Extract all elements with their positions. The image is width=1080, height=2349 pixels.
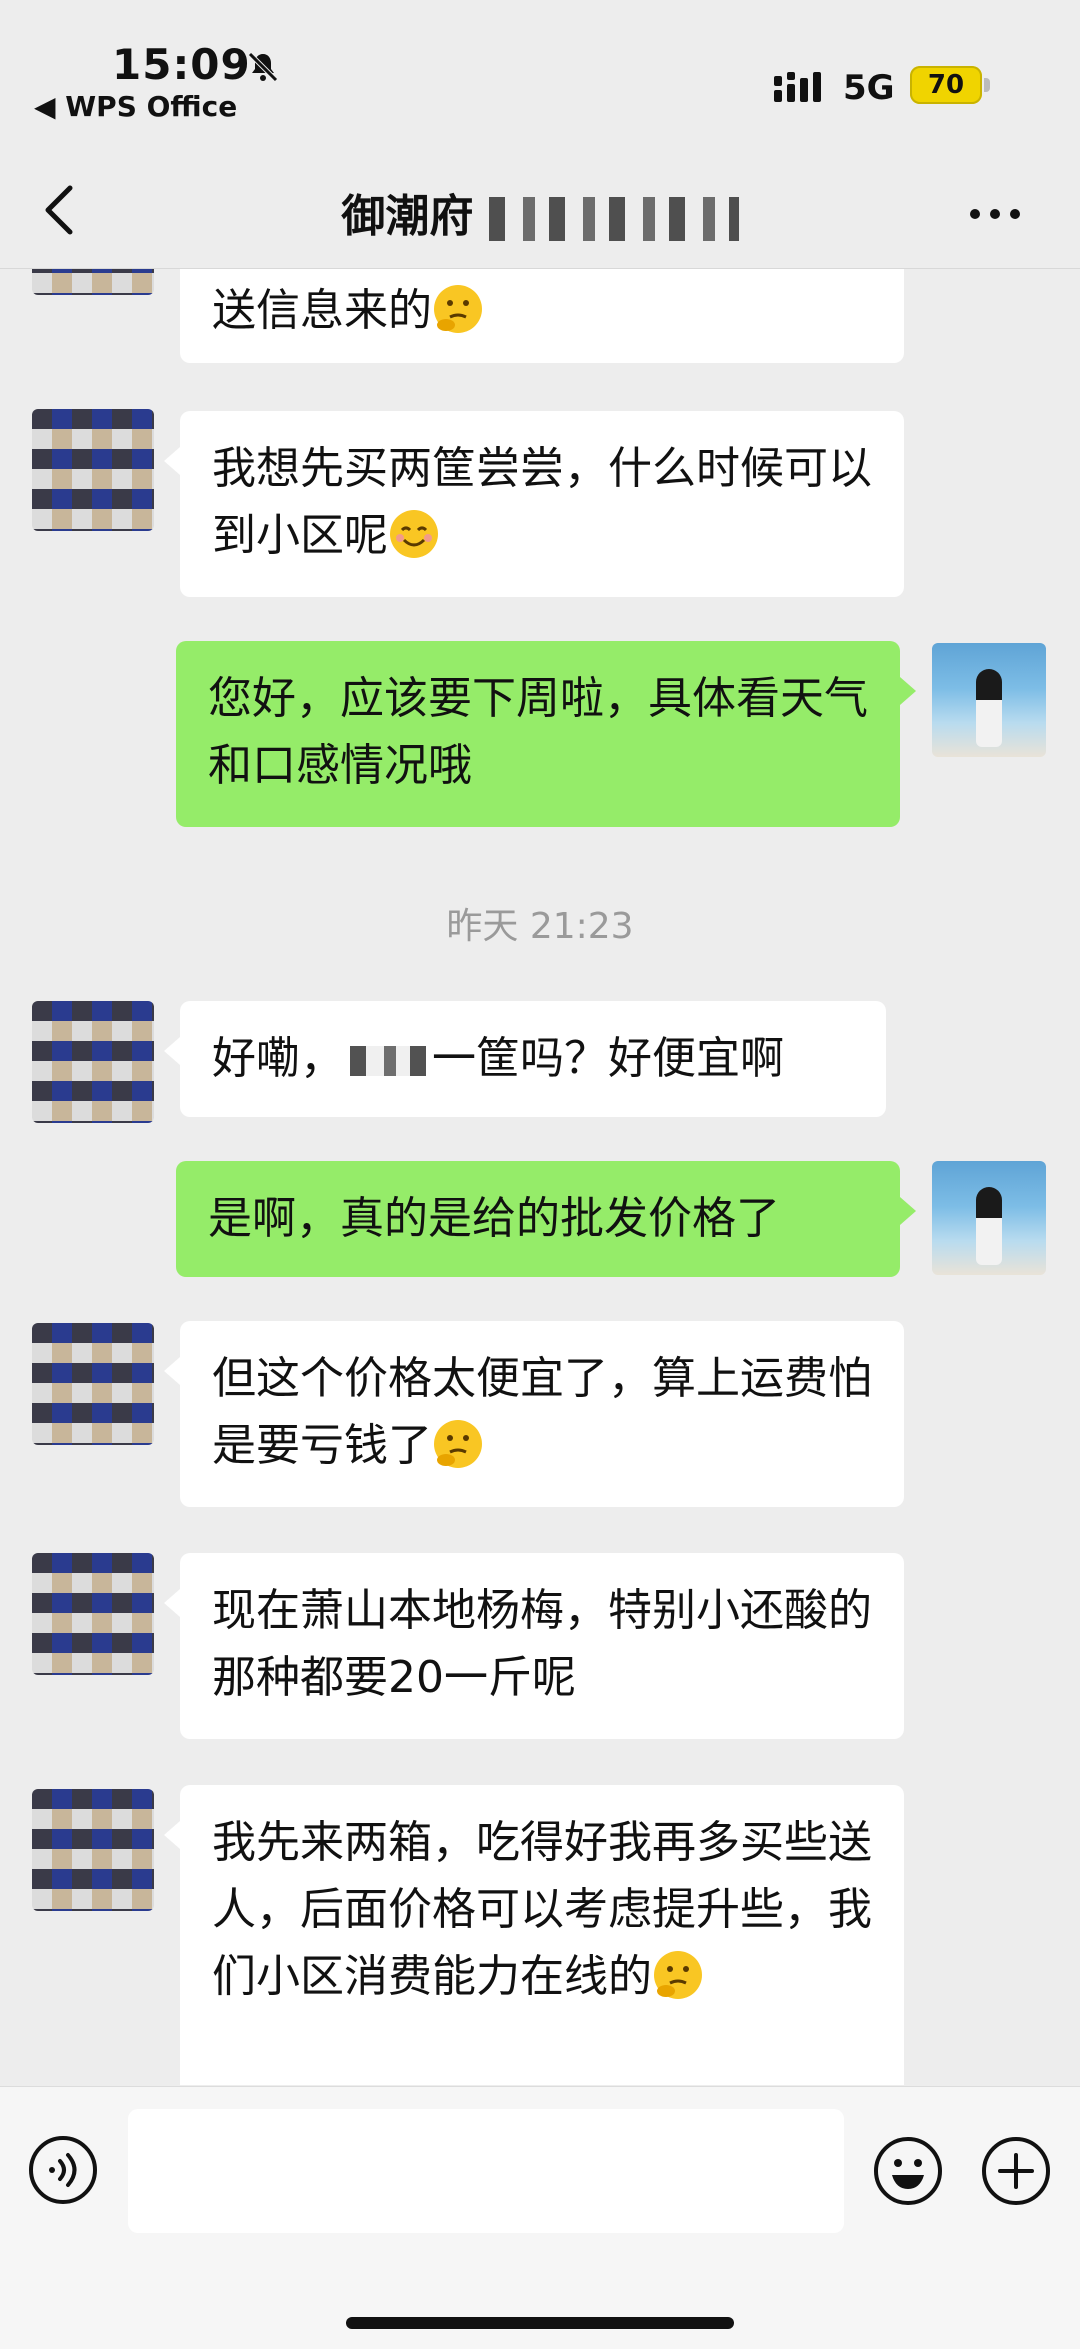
emoji-icon[interactable]: [872, 2135, 944, 2207]
network-type: 5G: [843, 68, 895, 108]
message-bubble[interactable]: 是啊，真的是给的批发价格了: [176, 1161, 916, 1277]
message-bubble[interactable]: 我先来两箱，吃得好我再多买些送人，后面价格可以考虑提升些，我们小区消费能力在线的: [164, 1785, 904, 2085]
thinking-face-icon: [434, 1420, 482, 1468]
redacted-name: [488, 197, 739, 241]
contact-avatar[interactable]: [32, 269, 154, 295]
signal-icon: [774, 72, 821, 102]
message-bubble[interactable]: 送信息来的: [180, 269, 904, 363]
message-text: 我想先买两筐尝尝，什么时候可以到小区呢: [212, 443, 872, 561]
message-text-suffix: 一筐吗？好便宜啊: [432, 1033, 784, 1084]
message-text: 是啊，真的是给的批发价格了: [208, 1193, 780, 1244]
thinking-face-icon: [654, 1951, 702, 1999]
smiling-face-icon: [390, 510, 438, 558]
message-bubble[interactable]: 但这个价格太便宜了，算上运费怕是要亏钱了: [164, 1321, 904, 1507]
thinking-face-icon: [434, 285, 482, 333]
timestamp: 昨天 21:23: [446, 906, 634, 947]
chat-title: 御潮府: [0, 180, 1080, 244]
battery-tip: [984, 78, 990, 92]
message-text: 我先来两箱，吃得好我再多买些送人，后面价格可以考虑提升些，我们小区消费能力在线的: [212, 1817, 872, 2002]
chat-title-text: 御潮府: [341, 191, 474, 242]
message-text-prefix: 好嘞，: [212, 1033, 344, 1084]
battery-level: 70: [927, 70, 965, 100]
message-input[interactable]: [128, 2109, 844, 2233]
message-text: 您好，应该要下周啦，具体看天气和口感情况哦: [208, 673, 868, 791]
voice-icon[interactable]: [28, 2135, 98, 2205]
redacted-text: [350, 1046, 426, 1076]
contact-avatar[interactable]: [32, 1789, 154, 1911]
status-time: 15:09: [112, 40, 251, 89]
plus-icon[interactable]: [980, 2135, 1052, 2207]
message-bubble[interactable]: 好嘞， 一筐吗？好便宜啊: [164, 1001, 886, 1117]
my-avatar[interactable]: [932, 643, 1046, 757]
contact-avatar[interactable]: [32, 1323, 154, 1445]
mute-bell-icon: [248, 52, 278, 82]
input-bar: [0, 2086, 1080, 2349]
contact-avatar[interactable]: [32, 1001, 154, 1123]
chat-header: 御潮府: [0, 150, 1080, 269]
back-to-app-link[interactable]: ◀ WPS Office: [34, 90, 237, 123]
battery-indicator: 70: [910, 66, 982, 104]
message-bubble[interactable]: 我想先买两筐尝尝，什么时候可以到小区呢: [164, 411, 904, 597]
message-bubble[interactable]: 现在萧山本地杨梅，特别小还酸的那种都要20一斤呢: [164, 1553, 904, 1739]
home-indicator[interactable]: [346, 2317, 734, 2329]
contact-avatar[interactable]: [32, 409, 154, 531]
message-list[interactable]: 送信息来的 我想先买两筐尝尝，什么时候可以到小区呢 您好，应该要下周啦，具体看天…: [0, 269, 1080, 2085]
contact-avatar[interactable]: [32, 1553, 154, 1675]
message-text: 送信息来的: [212, 285, 432, 336]
message-bubble[interactable]: 您好，应该要下周啦，具体看天气和口感情况哦: [176, 641, 916, 827]
more-dots-icon[interactable]: [970, 204, 1030, 219]
message-text: 现在萧山本地杨梅，特别小还酸的那种都要20一斤呢: [212, 1585, 872, 1703]
status-bar: 15:09 ◀ WPS Office 5G 70: [0, 0, 1080, 150]
my-avatar[interactable]: [932, 1161, 1046, 1275]
message-text: 但这个价格太便宜了，算上运费怕是要亏钱了: [212, 1353, 872, 1471]
